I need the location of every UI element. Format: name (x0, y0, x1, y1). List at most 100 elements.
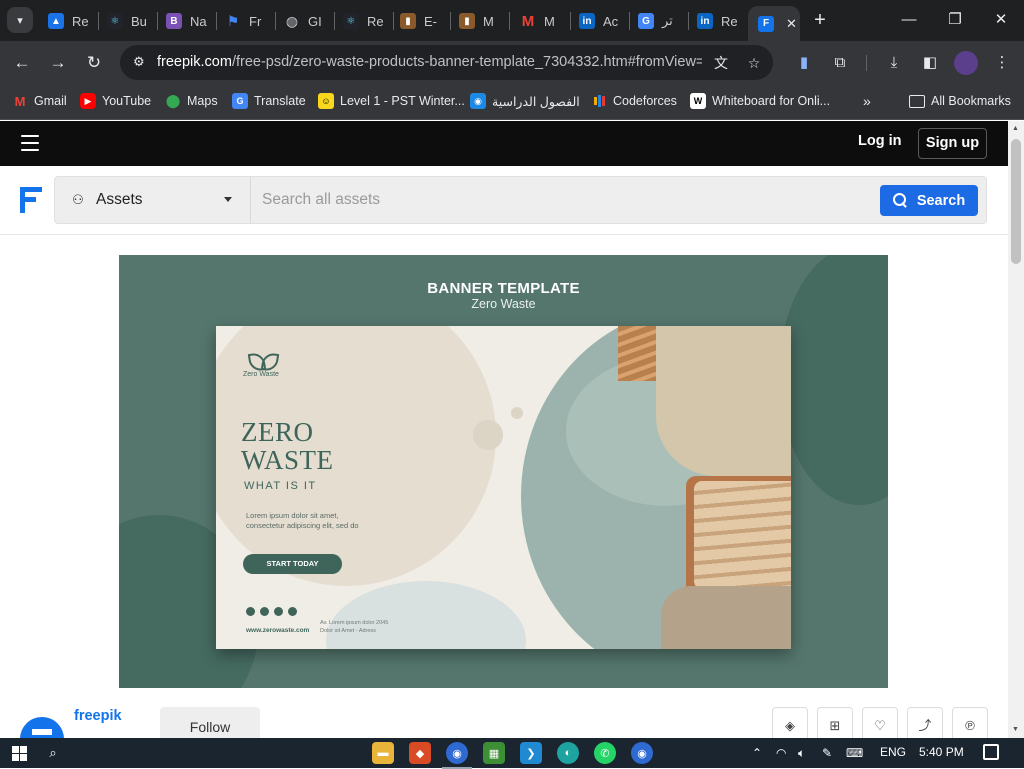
preview-subtitle: Zero Waste (471, 297, 536, 311)
tab-label: E- (424, 13, 437, 29)
bookmark-star-icon[interactable]: ☆ (744, 53, 764, 73)
bookmark-classroom[interactable]: ◉ الفصول الدراسية (470, 92, 580, 110)
windows-start-icon[interactable] (12, 746, 27, 761)
layers-icon[interactable]: ◈ (772, 707, 808, 738)
tab-search-button[interactable]: ▾ (7, 7, 33, 33)
bookmark-youtube[interactable]: ▶ YouTube (80, 92, 151, 110)
brave-icon[interactable]: ◆ (409, 742, 431, 764)
browser-tab-active[interactable]: F ✕ (748, 6, 800, 41)
minimize-button[interactable]: — (894, 7, 924, 33)
banner-mockup-card: Zero Waste ZERO WASTE WHAT IS IT Lorem i… (216, 326, 791, 649)
assets-dropdown-label: Assets (96, 191, 143, 208)
browser-tab-11[interactable]: G تر (638, 8, 686, 34)
profile-avatar[interactable] (954, 51, 978, 75)
bookmark-level1[interactable]: ☺ Level 1 - PST Winter... (318, 92, 465, 110)
search-button[interactable]: Search (880, 185, 978, 216)
login-button[interactable]: Log in (858, 133, 902, 153)
pinterest-share-icon[interactable]: ℗ (952, 707, 988, 738)
volume-icon[interactable]: 🔈︎ (798, 745, 805, 761)
scroll-up-arrow-icon[interactable]: ▲ (1012, 125, 1020, 133)
preview-title: BANNER TEMPLATE (427, 280, 580, 297)
forward-button[interactable]: → (44, 49, 72, 77)
author-name-link[interactable]: freepik (74, 708, 122, 724)
linkedin-icon: in (697, 13, 713, 29)
more-bookmarks-chevron-icon[interactable]: » (863, 92, 871, 110)
burlap-bag-photo (661, 586, 791, 649)
whatsapp-icon[interactable]: ✆ (594, 742, 616, 764)
bookmark-gmail[interactable]: M Gmail (12, 92, 67, 110)
browser-tab-4[interactable]: ⚑ Fr (225, 8, 273, 34)
signup-button[interactable]: Sign up (918, 128, 987, 159)
site-info-icon[interactable]: ⚙ (133, 54, 149, 70)
file-explorer-icon[interactable]: ▬ (372, 742, 394, 764)
scroll-down-arrow-icon[interactable]: ▼ (1012, 726, 1020, 734)
reload-button[interactable]: ↻ (80, 49, 108, 77)
freepik-logo[interactable] (20, 187, 42, 213)
browser-tab-9[interactable]: M M (520, 8, 568, 34)
classroom-icon: ◉ (470, 93, 486, 109)
tab-label: M (483, 13, 494, 29)
browser-tab-5[interactable]: ◍ GI (284, 8, 332, 34)
banner-website: www.zerowaste.com (246, 627, 310, 634)
add-to-collection-icon[interactable]: ⊞ (817, 707, 853, 738)
author-avatar[interactable] (20, 717, 64, 738)
store-icon[interactable]: ▦ (483, 742, 505, 764)
close-window-button[interactable]: ✕ (986, 7, 1016, 33)
bookmark-maps[interactable]: ⬤ Maps (165, 92, 218, 110)
more-menu-icon[interactable]: ⋮ (990, 51, 1014, 75)
assets-dropdown[interactable]: ⚇ Assets (55, 177, 251, 223)
tab-label: تر (662, 13, 673, 28)
share-icon[interactable]: ⤴ (907, 707, 943, 738)
language-indicator[interactable]: ENG (880, 745, 906, 759)
close-tab-icon[interactable]: ✕ (786, 16, 797, 32)
browser-tab-7[interactable]: ▮ E- (400, 8, 448, 34)
react-icon: ⚛ (107, 13, 123, 29)
url-text[interactable]: freepik.com/free-psd/zero-waste-products… (157, 54, 702, 72)
extensions-puzzle-icon[interactable]: ⧉ (828, 51, 852, 75)
search-input[interactable] (252, 177, 877, 223)
wifi-icon[interactable]: ◠ (776, 745, 786, 761)
taskbar-clock[interactable]: 5:40 PM (919, 745, 964, 759)
wooden-cutlery-photo (694, 481, 791, 589)
tray-chevron-icon[interactable]: ⌃ (752, 745, 762, 761)
pinterest-icon (288, 607, 297, 616)
download-icon[interactable]: ⤓ (882, 51, 906, 75)
browser-tab-8[interactable]: ▮ M (459, 8, 507, 34)
browser-tab-1[interactable]: ▲ Re (48, 8, 96, 34)
bookmark-translate[interactable]: G Translate (232, 92, 306, 110)
bookmark-label: الفصول الدراسية (492, 94, 580, 109)
notification-icon[interactable] (983, 744, 999, 760)
chrome-icon[interactable]: ◉ (442, 742, 472, 769)
like-heart-icon[interactable]: ♡ (862, 707, 898, 738)
flag-icon: ⚑ (226, 12, 240, 29)
browser-tab-3[interactable]: B Na (166, 8, 214, 34)
browser-tab-10[interactable]: in Ac (579, 8, 627, 34)
side-panel-icon[interactable]: ◧ (918, 51, 942, 75)
chrome-profile-icon[interactable]: ◉ (631, 742, 653, 764)
address-bar[interactable]: ⚙ freepik.com/free-psd/zero-waste-produc… (120, 45, 773, 80)
page-scrollbar[interactable]: ▲ ▼ (1008, 121, 1024, 738)
taskbar-search-icon[interactable]: ⌕ (45, 745, 61, 761)
translate-page-icon[interactable]: ⽂ (711, 53, 731, 73)
book-icon: ▮ (459, 13, 475, 29)
scrollbar-thumb[interactable] (1011, 139, 1021, 264)
browser-tab-2[interactable]: ⚛ Bu (107, 8, 155, 34)
bookmark-whiteboard[interactable]: W Whiteboard for Onli... (690, 92, 830, 110)
keyboard-icon[interactable]: ⌨ (846, 745, 863, 761)
vscode-icon[interactable]: ❯ (520, 742, 542, 764)
edge-icon[interactable]: ◐ (557, 742, 579, 764)
extension-doc-icon[interactable]: ▮ (792, 51, 816, 75)
hamburger-menu-icon[interactable] (21, 135, 39, 151)
restore-button[interactable]: ❐ (940, 7, 970, 33)
assets-icon: ⚇ (72, 192, 84, 207)
url-path: /free-psd/zero-waste-products-banner-tem… (231, 54, 702, 70)
back-button[interactable]: ← (8, 49, 36, 77)
follow-button[interactable]: Follow (160, 707, 260, 738)
all-bookmarks[interactable]: All Bookmarks (909, 92, 1011, 110)
pen-input-icon[interactable]: ✎ (822, 745, 832, 761)
resource-preview-image[interactable]: BANNER TEMPLATE Zero Waste Zero Waste ZE… (119, 255, 888, 688)
browser-tab-12[interactable]: in Re (697, 8, 745, 34)
new-tab-button[interactable]: + (808, 7, 832, 33)
browser-tab-6[interactable]: ⚛ Re (343, 8, 391, 34)
bookmark-codeforces[interactable]: Codeforces (591, 92, 677, 110)
